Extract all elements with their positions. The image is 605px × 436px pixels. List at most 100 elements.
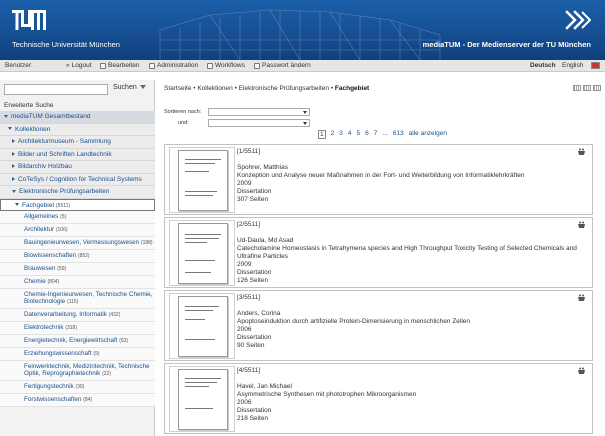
basket-icon[interactable] xyxy=(577,367,586,375)
logout-icon: » xyxy=(66,62,70,69)
basket-icon[interactable] xyxy=(577,148,586,156)
result-type: Dissertation xyxy=(237,407,272,414)
result-pages: 126 Seiten xyxy=(237,277,269,284)
tree-root[interactable]: mediaTUM Gesamtbestand xyxy=(0,111,155,124)
collection-tree: mediaTUM Gesamtbestand Kollektionen Arch… xyxy=(0,111,155,407)
document-thumbnail[interactable] xyxy=(169,366,235,432)
result-type: Dissertation xyxy=(237,334,272,341)
tree-item-pruefungsarbeiten[interactable]: Elektronische Prüfungsarbeiten xyxy=(0,186,155,199)
sort-primary-select[interactable] xyxy=(208,108,310,116)
user-label: Benutzer: xyxy=(5,62,33,69)
result-item[interactable]: [1/5511] Spohrer, Matthias Konzeption un… xyxy=(164,144,593,215)
expand-icon xyxy=(12,164,15,169)
document-thumbnail[interactable] xyxy=(169,293,235,359)
breadcrumb-current: Fachgebiet xyxy=(334,85,370,92)
result-list: [1/5511] Spohrer, Matthias Konzeption un… xyxy=(164,144,593,436)
tree-item-holzbau[interactable]: Bildarchiv Holzbau xyxy=(0,161,155,174)
breadcrumb-home[interactable]: Startseite xyxy=(164,85,191,92)
list-item[interactable]: Energietechnik, Energiewirtschaft (63) xyxy=(0,335,155,348)
tree-item-cotesys[interactable]: CoTeSys / Cognition for Technical System… xyxy=(0,173,155,186)
collapse-icon xyxy=(8,127,12,131)
result-index: [2/5511] xyxy=(237,221,261,228)
language-english[interactable]: English xyxy=(562,62,583,69)
list-item[interactable]: Datenverarbeitung, Informatik (432) xyxy=(0,309,155,322)
result-pages: 90 Seiten xyxy=(237,342,265,349)
page-link[interactable]: 3 xyxy=(339,130,343,139)
basket-icon[interactable] xyxy=(577,221,586,229)
list-item[interactable]: Biowissenschaften (852) xyxy=(0,250,155,263)
document-page-icon xyxy=(178,223,228,284)
list-item[interactable]: Fertigungstechnik (30) xyxy=(0,381,155,394)
result-title[interactable]: Catecholamine Homeostasis in Tetrahymena… xyxy=(237,245,577,261)
logout-link[interactable]: » Logout xyxy=(66,62,92,69)
admin-icon xyxy=(149,62,155,69)
document-thumbnail[interactable] xyxy=(169,147,235,213)
sort-primary-label: Sortieren nach: xyxy=(164,109,202,115)
chevron-down-icon xyxy=(139,85,146,90)
search-row: Suchen xyxy=(4,84,152,95)
result-year: 2006 xyxy=(237,326,252,333)
page-link[interactable]: 7 xyxy=(374,130,378,139)
document-page-icon xyxy=(178,369,228,430)
list-item[interactable]: Elektrotechnik (318) xyxy=(0,322,155,335)
workflows-link[interactable]: Workflows xyxy=(207,62,245,69)
list-item[interactable]: Allgemeines (5) xyxy=(0,211,155,224)
breadcrumb-kollektionen[interactable]: Kollektionen xyxy=(197,85,232,92)
grid-view-icon[interactable] xyxy=(583,85,591,91)
mediatum-logo[interactable] xyxy=(565,10,591,30)
list-item[interactable]: Bauingenieurwesen, Vermessungswesen (188… xyxy=(0,237,155,250)
list-item[interactable]: Erziehungswissenschaft (9) xyxy=(0,348,155,361)
tree-item-fachgebiet[interactable]: Fachgebiet (5511) xyxy=(0,198,155,211)
page-link[interactable]: 6 xyxy=(365,130,369,139)
result-index: [3/5511] xyxy=(237,294,261,301)
result-info: [4/5511] Havel, Jan Michael Asymmetrisch… xyxy=(237,367,577,423)
sort-secondary-select[interactable] xyxy=(208,119,310,127)
result-title[interactable]: Konzeption und Analyse neuer Maßnahmen i… xyxy=(237,172,577,180)
search-input[interactable] xyxy=(4,84,108,95)
university-name: Technische Universität München xyxy=(12,40,120,49)
list-item[interactable]: Chemie-Ingenieurwesen, Technische Chemie… xyxy=(0,289,155,309)
result-item[interactable]: [2/5511] Ud-Daula, Md Asad Catecholamine… xyxy=(164,217,593,288)
result-pages: 218 Seiten xyxy=(237,415,269,422)
result-item[interactable]: [3/5511] Anders, Corina Apoptoseinduktio… xyxy=(164,290,593,361)
list-item[interactable]: Feinwerktechnik, Medizintechnik, Technis… xyxy=(0,361,155,381)
advanced-search-link[interactable]: Erweiterte Suche xyxy=(4,102,54,109)
change-password-link[interactable]: Passwort ändern xyxy=(254,62,311,69)
result-info: [2/5511] Ud-Daula, Md Asad Catecholamine… xyxy=(237,221,577,285)
main-content: Startseite • Kollektionen • Elektronisch… xyxy=(160,80,605,436)
list-item[interactable]: Architektur (106) xyxy=(0,224,155,237)
page-link[interactable]: 2 xyxy=(331,130,335,139)
collapse-icon xyxy=(12,189,16,193)
list-view-icon[interactable] xyxy=(573,85,581,91)
page-link[interactable]: 5 xyxy=(357,130,361,139)
tree-item-architekturmuseum[interactable]: Architekturmuseum - Sammlung xyxy=(0,136,155,149)
search-button[interactable]: Suchen xyxy=(113,84,146,91)
page-last[interactable]: 613 xyxy=(393,130,404,139)
thumbnail-view-icon[interactable] xyxy=(593,85,601,91)
tree-item-landtechnik[interactable]: Bilder und Schriften Landtechnik xyxy=(0,148,155,161)
basket-icon[interactable] xyxy=(577,294,586,302)
list-item[interactable]: Forstwissenschaften (84) xyxy=(0,394,155,407)
collapse-icon xyxy=(4,114,8,118)
page-current: 1 xyxy=(318,130,326,139)
pagination: 1 2 3 4 5 6 7 ... 613 alle anzeigen xyxy=(318,130,447,139)
result-title[interactable]: Apoptoseinduktion durch artifizielle Pro… xyxy=(237,318,577,326)
result-title[interactable]: Asymmetrische Synthesen mit phototrophen… xyxy=(237,391,577,399)
user-toolbar: Benutzer: » Logout Bearbeiten Administrat… xyxy=(0,60,605,72)
result-item[interactable]: [4/5511] Havel, Jan Michael Asymmetrisch… xyxy=(164,363,593,434)
page-ellipsis: ... xyxy=(382,130,388,137)
document-thumbnail[interactable] xyxy=(169,220,235,286)
tree-kollektionen[interactable]: Kollektionen xyxy=(0,123,155,136)
list-item[interactable]: Chemie (804) xyxy=(0,276,155,289)
page-link[interactable]: 4 xyxy=(348,130,352,139)
edit-link[interactable]: Bearbeiten xyxy=(100,62,139,69)
result-info: [1/5511] Spohrer, Matthias Konzeption un… xyxy=(237,148,577,204)
language-german[interactable]: Deutsch xyxy=(530,62,556,69)
flag-icon[interactable] xyxy=(591,62,600,69)
list-item[interactable]: Brauwesen (59) xyxy=(0,263,155,276)
admin-link[interactable]: Administration xyxy=(149,62,198,69)
show-all-link[interactable]: alle anzeigen xyxy=(409,130,447,139)
tum-logo[interactable] xyxy=(12,10,46,30)
subject-list: Allgemeines (5) Architektur (106) Bauing… xyxy=(0,211,155,407)
breadcrumb-pruefungsarbeiten[interactable]: Elektronische Prüfungsarbeiten xyxy=(239,85,329,92)
